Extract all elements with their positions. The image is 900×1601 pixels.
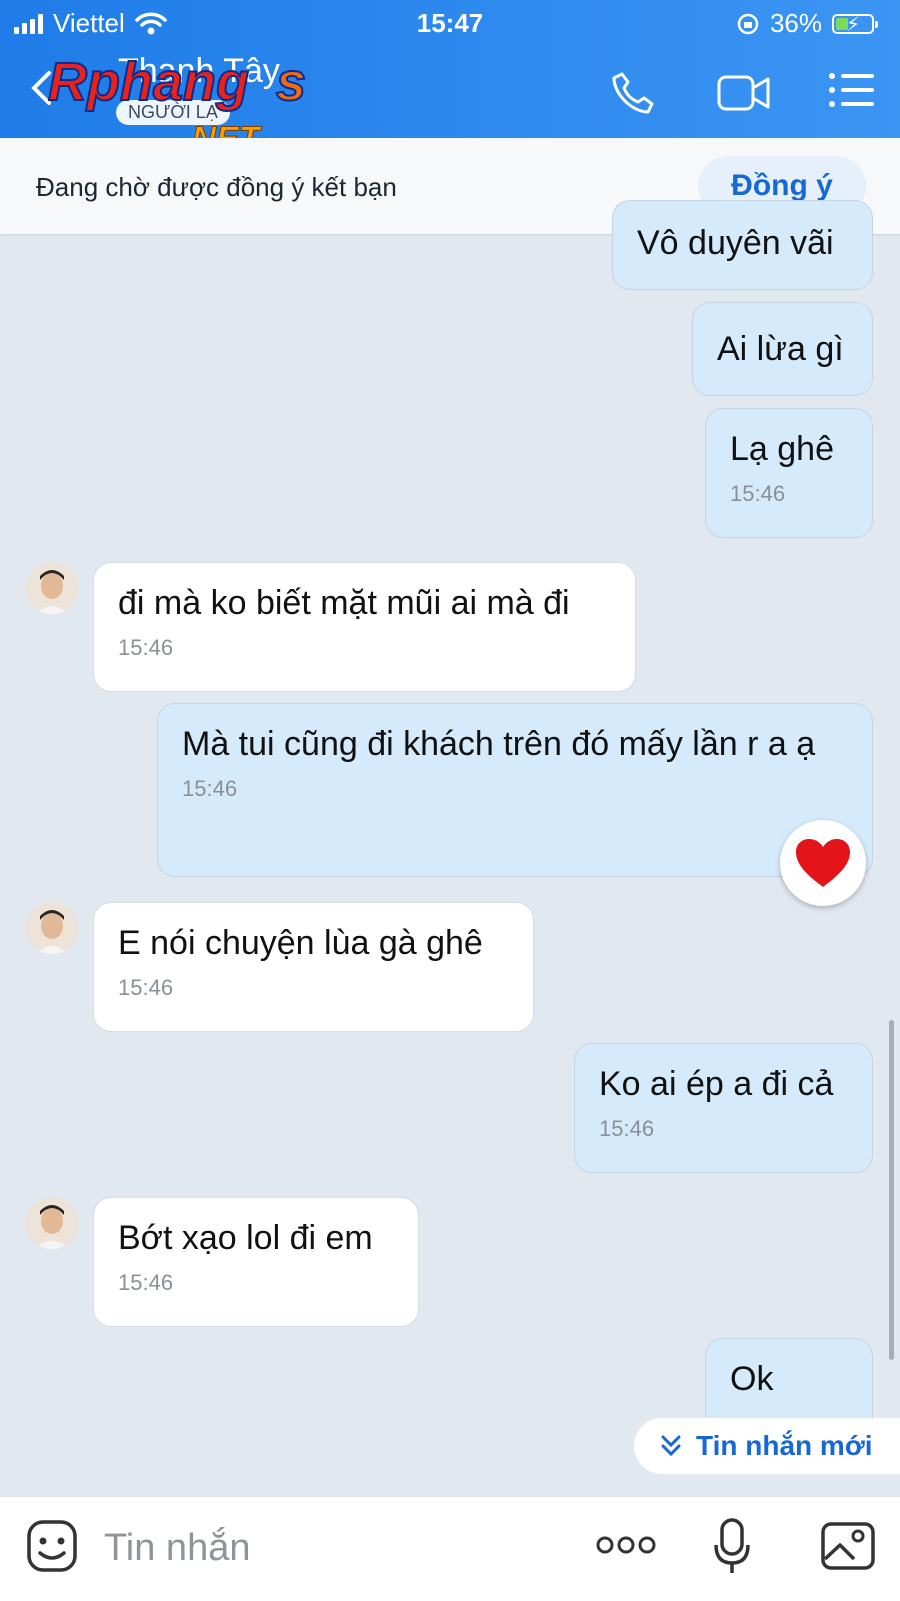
scrollbar[interactable]: [889, 1020, 894, 1360]
message-bubble-outgoing[interactable]: Mà tui cũng đi khách trên đó mấy lần r a…: [157, 703, 873, 877]
menu-button[interactable]: [828, 70, 876, 115]
new-messages-label: Tin nhắn mới: [696, 1430, 873, 1461]
image-button[interactable]: [820, 1521, 876, 1576]
message-text: Ai lừa gì: [717, 330, 844, 368]
message-text: E nói chuyện lùa gà ghê: [118, 924, 483, 962]
message-bubble-outgoing[interactable]: Vô duyên vãi: [612, 200, 873, 290]
avatar-image: [26, 1197, 78, 1249]
message-time: 15:46: [730, 481, 786, 506]
message-text: Bớt xạo lol đi em: [118, 1219, 373, 1257]
battery-icon: ⚡: [832, 13, 878, 36]
message-time: 15:46: [182, 776, 238, 801]
message-bubble-outgoing[interactable]: Ko ai ép a đi cả 15:46: [574, 1043, 873, 1173]
message-text: Ok: [730, 1360, 774, 1398]
call-button[interactable]: [610, 70, 656, 121]
more-icon: [596, 1536, 656, 1554]
reaction-badge[interactable]: [780, 820, 866, 906]
message-text: Vô duyên vãi: [637, 224, 834, 262]
microphone-icon: [714, 1518, 750, 1573]
avatar-image: [26, 902, 78, 954]
chat-header: Viettel 15:47 36% ⚡ Thanh Tây NGƯỜI LẠ R…: [0, 0, 900, 154]
orientation-lock-icon: [737, 13, 759, 34]
pending-request-text: Đang chờ được đồng ý kết bạn: [36, 172, 397, 202]
phone-icon: [612, 72, 654, 114]
sticker-icon: [27, 1520, 77, 1572]
video-call-button[interactable]: [716, 70, 772, 121]
more-button[interactable]: [596, 1533, 656, 1562]
message-bubble-incoming[interactable]: đi mà ko biết mặt mũi ai mà đi 15:46: [93, 562, 636, 692]
message-time: 15:46: [118, 1270, 174, 1295]
composer-bar: [0, 1496, 900, 1601]
message-time: 15:46: [118, 975, 174, 1000]
new-messages-button[interactable]: Tin nhắn mới: [634, 1418, 900, 1474]
message-bubble-incoming[interactable]: Bớt xạo lol đi em 15:46: [93, 1197, 419, 1327]
message-text: đi mà ko biết mặt mũi ai mà đi: [118, 584, 570, 622]
avatar[interactable]: [26, 562, 78, 614]
image-icon: [821, 1522, 875, 1570]
message-input[interactable]: [102, 1517, 566, 1579]
heart-reaction-icon: [796, 839, 850, 887]
message-text: Ko ai ép a đi cả: [599, 1065, 834, 1103]
battery-percent: 36%: [769, 8, 822, 38]
video-call-icon: [717, 75, 770, 111]
message-text: Mà tui cũng đi khách trên đó mấy lần r a…: [182, 725, 816, 763]
message-time: 15:46: [599, 1116, 655, 1141]
svg-text:s: s: [276, 54, 306, 112]
message-text: Lạ ghê: [730, 430, 834, 468]
avatar[interactable]: [26, 1197, 78, 1249]
message-bubble-outgoing[interactable]: Lạ ghê 15:46: [705, 408, 873, 538]
message-bubble-incoming[interactable]: E nói chuyện lùa gà ghê 15:46: [93, 902, 534, 1032]
status-bar: Viettel 15:47 36% ⚡: [0, 0, 900, 46]
chevron-double-down-icon: [661, 1435, 681, 1457]
avatar-image: [26, 562, 78, 614]
avatar[interactable]: [26, 902, 78, 954]
message-time: 15:46: [118, 635, 174, 660]
message-bubble-outgoing[interactable]: Ai lừa gì: [692, 302, 873, 396]
menu-icon: [829, 73, 874, 107]
voice-button[interactable]: [712, 1517, 752, 1580]
svg-text:Rphang: Rphang: [48, 54, 249, 112]
sticker-button[interactable]: [26, 1519, 78, 1578]
